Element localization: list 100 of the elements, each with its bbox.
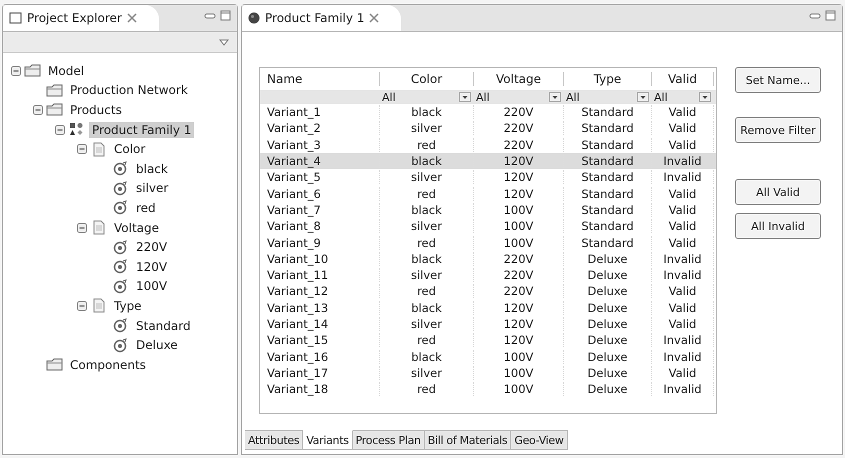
tree-item[interactable]: Product Family 1: [89, 122, 194, 138]
tree-item[interactable]: silver: [133, 180, 172, 196]
editor-page-tab[interactable]: Geo-View: [511, 430, 568, 450]
tree-item[interactable]: Model: [45, 62, 88, 79]
table-cell: 220V: [474, 105, 564, 120]
table-cell: black: [380, 105, 474, 120]
tree-item[interactable]: Production Network: [67, 82, 191, 98]
table-cell: red: [380, 236, 474, 250]
table-cell: black: [380, 350, 474, 364]
table-cell: Standard: [564, 154, 652, 168]
table-row[interactable]: Variant_2 silver 220V Standard Valid: [260, 120, 716, 137]
collapse-toggle-icon[interactable]: [33, 104, 43, 115]
column-header[interactable]: Valid: [652, 72, 714, 86]
target-icon: [112, 278, 130, 294]
table-cell: Variant_2: [260, 121, 380, 136]
collapse-toggle-icon[interactable]: [55, 124, 65, 135]
tree-item[interactable]: Color: [111, 141, 148, 158]
table-cell: Valid: [652, 105, 714, 120]
action-button[interactable]: All Invalid: [735, 213, 821, 239]
editor-page-tab[interactable]: Variants: [303, 430, 353, 450]
table-row[interactable]: Variant_12 red 220V Deluxe Valid: [260, 283, 716, 300]
tree-item[interactable]: Voltage: [111, 220, 162, 236]
table-row[interactable]: Variant_18 red 100V Deluxe Invalid: [260, 381, 716, 398]
table-cell: black: [380, 154, 474, 168]
table-row[interactable]: Variant_1 black 220V Standard Valid: [260, 104, 716, 120]
table-cell: 220V: [474, 284, 564, 298]
collapse-toggle-icon[interactable]: [11, 66, 21, 76]
action-button[interactable]: All Valid: [735, 179, 821, 205]
table-row[interactable]: Variant_3 red 220V Standard Valid: [260, 136, 716, 153]
table-cell: Deluxe: [564, 300, 652, 315]
tree-item[interactable]: red: [133, 200, 159, 216]
table-cell: Variant_7: [260, 202, 380, 217]
table-cell: Valid: [652, 186, 714, 201]
table-cell: red: [380, 382, 474, 396]
collapse-toggle-icon[interactable]: [77, 300, 87, 311]
table-row[interactable]: Variant_16 black 100V Deluxe Invalid: [260, 348, 716, 365]
table-cell: Standard: [564, 202, 652, 217]
table-cell: Deluxe: [564, 317, 652, 331]
table-row[interactable]: Variant_8 silver 100V Standard Valid: [260, 218, 716, 234]
table-cell: Standard: [564, 121, 652, 136]
target-icon: [112, 240, 130, 255]
close-icon[interactable]: [369, 13, 380, 23]
table-row[interactable]: Variant_17 silver 100V Deluxe Valid: [260, 364, 716, 382]
table-row[interactable]: Variant_14 silver 120V Deluxe Valid: [260, 316, 716, 332]
column-header[interactable]: Type: [564, 72, 652, 86]
tree-item[interactable]: 120V: [133, 258, 170, 275]
table-cell: Invalid: [652, 268, 714, 282]
filter-dropdown[interactable]: All: [564, 90, 652, 104]
table-cell: Variant_3: [260, 138, 380, 152]
table-row[interactable]: Variant_4 black 120V Standard Invalid: [260, 152, 716, 170]
table-row[interactable]: Variant_5 silver 120V Standard Invalid: [260, 169, 716, 186]
table-cell: Invalid: [652, 333, 714, 348]
table-cell: Variant_16: [260, 350, 380, 364]
table-cell: 120V: [474, 170, 564, 184]
editor-page-tab[interactable]: Process Plan: [352, 430, 425, 450]
action-button[interactable]: Remove Filter: [735, 117, 821, 143]
tree-item[interactable]: black: [133, 160, 171, 177]
tree-item[interactable]: 100V: [133, 278, 170, 294]
view-menu-icon[interactable]: [219, 38, 229, 46]
filter-dropdown[interactable]: All: [652, 90, 714, 104]
close-icon[interactable]: [126, 13, 137, 23]
tree-item[interactable]: Deluxe: [133, 337, 181, 354]
table-cell: silver: [380, 219, 474, 234]
filter-dropdown[interactable]: All: [474, 90, 564, 104]
action-button[interactable]: Set Name...: [735, 67, 821, 93]
tree-item[interactable]: Type: [111, 298, 145, 314]
column-header[interactable]: Voltage: [474, 72, 564, 86]
view-tab[interactable]: Project Explorer: [3, 5, 159, 31]
filter-dropdown[interactable]: All: [380, 90, 474, 104]
table-cell: Standard: [564, 219, 652, 234]
table-row[interactable]: Variant_6 red 120V Standard Valid: [260, 185, 716, 202]
editor-tab[interactable]: Product Family 1: [242, 5, 402, 31]
editor-page-tab[interactable]: Attributes: [245, 430, 304, 450]
table-row[interactable]: Variant_13 black 120V Deluxe Valid: [260, 300, 716, 316]
collapse-toggle-icon[interactable]: [77, 222, 87, 233]
table-row[interactable]: Variant_9 red 100V Standard Valid: [260, 234, 716, 251]
column-header[interactable]: Name: [260, 72, 380, 86]
editor-page-tab[interactable]: Bill of Materials: [424, 430, 512, 450]
tree-item[interactable]: 220V: [133, 239, 170, 256]
tree-item[interactable]: Products: [67, 102, 125, 118]
folder-icon: [46, 102, 64, 118]
collapse-toggle-icon[interactable]: [77, 144, 87, 154]
minimize-icon[interactable]: [809, 12, 821, 20]
table-cell: Invalid: [652, 382, 714, 396]
table-cell: Valid: [652, 219, 714, 234]
tree-item[interactable]: Components: [67, 356, 149, 373]
table-cell: 120V: [474, 300, 564, 315]
table-cell: 120V: [474, 186, 564, 201]
column-header[interactable]: Color: [380, 72, 474, 86]
table-cell: 220V: [474, 121, 564, 136]
maximize-icon[interactable]: [825, 10, 836, 21]
minimize-icon[interactable]: [204, 12, 216, 20]
table-row[interactable]: Variant_15 red 120V Deluxe Invalid: [260, 332, 716, 348]
table-row[interactable]: Variant_7 black 100V Standard Valid: [260, 202, 716, 218]
table-cell: 100V: [474, 382, 564, 396]
table-row[interactable]: Variant_10 black 220V Deluxe Invalid: [260, 250, 716, 267]
tree-item[interactable]: Standard: [133, 318, 194, 334]
table-cell: Variant_15: [260, 333, 380, 348]
maximize-icon[interactable]: [220, 10, 231, 21]
table-row[interactable]: Variant_11 silver 220V Deluxe Invalid: [260, 266, 716, 284]
